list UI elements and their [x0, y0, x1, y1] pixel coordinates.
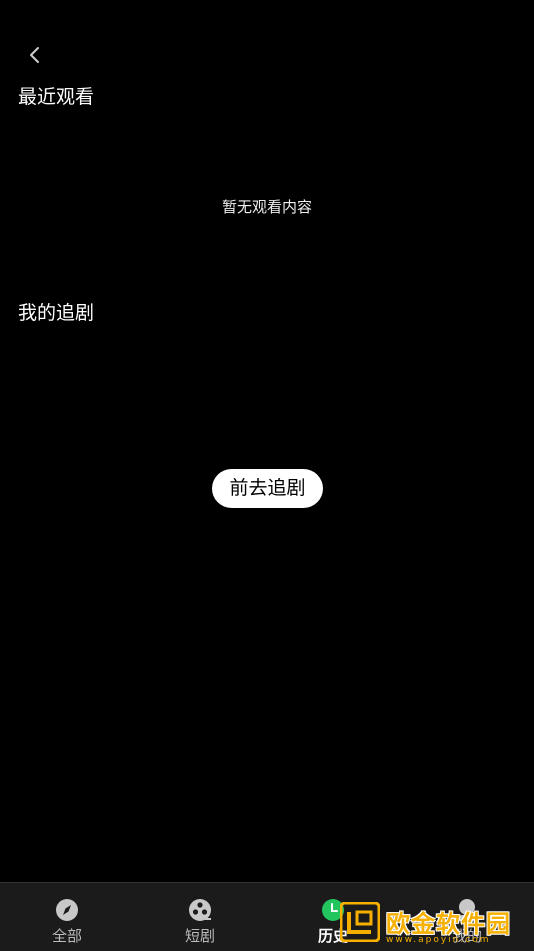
watermark-logo: 欧金软件园 www.apoyin.com	[338, 898, 534, 950]
recent-empty-text: 暂无观看内容	[221, 198, 312, 216]
watermark-title: 欧金软件园	[386, 910, 511, 938]
back-button[interactable]	[22, 42, 48, 68]
go-follow-button[interactable]: 前去追剧	[212, 469, 323, 508]
tab-all-label: 全部	[51, 927, 82, 945]
watermark-url: www.apoyin.com	[386, 935, 491, 945]
tab-all[interactable]: 全部	[0, 883, 134, 951]
watermark-logo-icon	[340, 902, 380, 942]
chevron-left-icon	[30, 47, 39, 63]
recent-section-title: 最近观看	[18, 86, 95, 108]
tab-short-drama[interactable]: 短剧	[133, 883, 267, 951]
film-reel-icon	[188, 898, 212, 922]
tab-short-drama-label: 短剧	[184, 927, 215, 945]
compass-icon	[55, 898, 79, 922]
follow-section-title: 我的追剧	[18, 302, 95, 324]
